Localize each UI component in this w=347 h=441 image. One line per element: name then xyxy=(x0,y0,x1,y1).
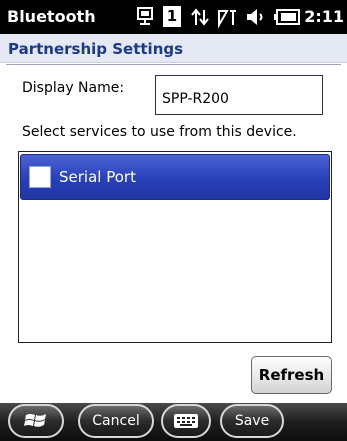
signal-icon xyxy=(218,10,236,29)
display-name-value: SPP-R200 xyxy=(162,91,229,107)
cancel-button[interactable]: Cancel xyxy=(78,404,154,438)
app-name: Bluetooth xyxy=(7,7,96,26)
save-button[interactable]: Save xyxy=(220,404,284,438)
device-sync-icon xyxy=(137,7,153,25)
divider xyxy=(6,64,341,65)
services-instruction: Select services to use from this device. xyxy=(22,124,297,140)
data-transfer-icon xyxy=(191,8,209,26)
display-name-field[interactable]: SPP-R200 xyxy=(155,75,323,115)
display-name-label: Display Name: xyxy=(22,80,125,96)
title-bar: Partnership Settings xyxy=(0,34,347,63)
status-bar: Bluetooth 1 2:11 xyxy=(0,0,347,34)
windows-logo-icon xyxy=(24,414,46,427)
service-item-serial-port[interactable]: Serial Port xyxy=(20,154,330,200)
battery-icon xyxy=(274,9,300,25)
service-checkbox[interactable] xyxy=(29,166,51,188)
keyboard-icon xyxy=(174,414,198,428)
start-button[interactable] xyxy=(8,404,64,438)
refresh-button[interactable]: Refresh xyxy=(251,356,332,394)
service-list[interactable]: Serial Port xyxy=(18,151,332,343)
volume-icon xyxy=(247,9,263,25)
service-label: Serial Port xyxy=(59,168,136,186)
clock: 2:11 xyxy=(304,7,344,26)
notification-count-icon[interactable]: 1 xyxy=(163,6,181,27)
keyboard-button[interactable] xyxy=(161,404,211,438)
page-title: Partnership Settings xyxy=(8,40,184,58)
